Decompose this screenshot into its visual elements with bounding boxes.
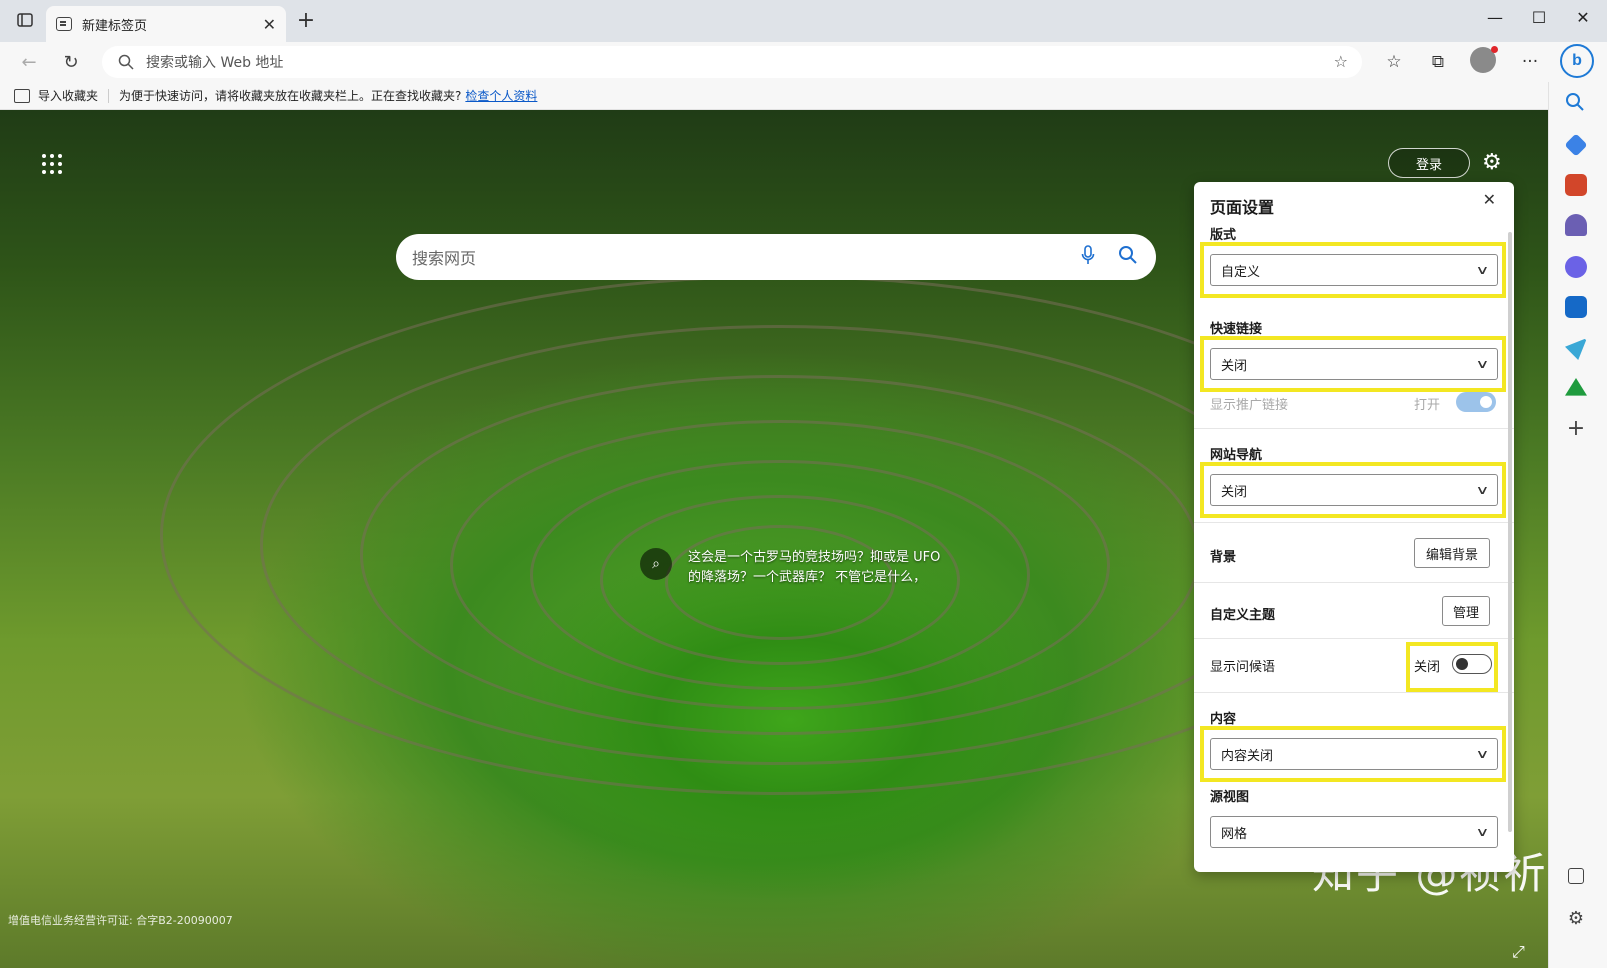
chevron-down-icon: ∨ [1475, 483, 1490, 497]
collections-icon[interactable]: ⧉ [1424, 50, 1452, 74]
page-settings-panel: 页面设置 ✕ 版式 自定义 ∨ 快速链接 关闭 ∨ 显示推广链接 打开 网站导航… [1194, 182, 1514, 872]
layout-select[interactable]: 自定义 ∨ [1210, 254, 1498, 286]
edit-background-button[interactable]: 编辑背景 [1414, 538, 1490, 568]
toggle-knob [1456, 657, 1468, 670]
address-placeholder: 搜索或输入 Web 地址 [146, 55, 284, 71]
split-screen-icon[interactable] [1568, 868, 1584, 884]
close-icon[interactable]: ✕ [1483, 190, 1496, 209]
layout-value: 自定义 [1221, 264, 1261, 280]
license-text: 增值电信业务经营许可证: 合字B2-20090007 [8, 914, 233, 927]
back-button[interactable]: ← [16, 50, 42, 74]
more-icon[interactable]: ··· [1516, 50, 1544, 74]
quicklinks-select[interactable]: 关闭 ∨ [1210, 348, 1498, 380]
games-icon[interactable] [1565, 214, 1587, 236]
quicklinks-value: 关闭 [1221, 358, 1248, 374]
minimize-button[interactable]: — [1480, 8, 1510, 27]
chevron-down-icon: ∨ [1475, 357, 1490, 371]
greeting-label: 显示问候语 [1210, 660, 1276, 675]
address-bar[interactable]: 搜索或输入 Web 地址 ☆ [102, 46, 1362, 78]
apps-grid-icon[interactable] [42, 154, 62, 174]
promo-links-label: 显示推广链接 [1210, 398, 1289, 413]
web-search-box[interactable]: 搜索网页 [396, 234, 1156, 280]
import-favorites-icon [14, 88, 30, 103]
send-icon[interactable] [1565, 338, 1587, 360]
tab-new-tab[interactable]: 新建标签页 ✕ [46, 6, 286, 42]
content-label: 内容 [1210, 712, 1237, 727]
check-profile-link[interactable]: 检查个人资料 [465, 87, 537, 104]
sidebar-settings-icon[interactable]: ⚙ [1565, 908, 1587, 930]
image-caption-text: 这会是一个古罗马的竞技场吗？抑或是 UFO 的降落场？一个武器库？ 不管它是什么… [688, 550, 941, 585]
favorites-icon[interactable]: ☆ [1380, 50, 1408, 74]
maximize-button[interactable]: ☐ [1524, 8, 1554, 27]
image-caption[interactable]: ⌕ 这会是一个古罗马的竞技场吗？抑或是 UFO 的降落场？一个武器库？ 不管它是… [640, 548, 948, 588]
sitenav-label: 网站导航 [1210, 448, 1263, 463]
page-settings-gear-icon[interactable]: ⚙ [1482, 150, 1502, 175]
panel-scrollbar[interactable] [1508, 232, 1512, 832]
refresh-button[interactable]: ↻ [58, 50, 84, 74]
promo-links-toggle[interactable] [1456, 392, 1496, 412]
divider [1194, 692, 1514, 693]
content-value: 内容关闭 [1221, 748, 1274, 764]
background-label: 背景 [1210, 550, 1237, 565]
view-value: 网格 [1221, 826, 1248, 842]
favorites-bar: 导入收藏夹 为便于快速访问，请将收藏夹放在收藏夹栏上。正在查找收藏夹? 检查个人… [0, 82, 1548, 110]
login-button[interactable]: 登录 [1388, 148, 1470, 178]
navigation-bar: ← ↻ 搜索或输入 Web 地址 ☆ ☆ ⧉ ··· [0, 42, 1607, 82]
new-tab-page-icon [56, 17, 72, 31]
outlook-icon[interactable] [1565, 296, 1587, 318]
tab-close-icon[interactable]: ✕ [263, 15, 276, 34]
greeting-toggle[interactable] [1452, 654, 1492, 674]
shopping-tag-icon[interactable] [1564, 133, 1588, 157]
view-select[interactable]: 网格 ∨ [1210, 816, 1498, 848]
custom-theme-label: 自定义主题 [1210, 608, 1276, 623]
new-tab-button[interactable]: + [294, 10, 318, 32]
divider [1194, 582, 1514, 583]
view-label: 源视图 [1210, 790, 1250, 805]
tab-title: 新建标签页 [82, 18, 148, 34]
chevron-down-icon: ∨ [1475, 747, 1490, 761]
toggle-knob [1480, 396, 1492, 408]
manage-theme-button[interactable]: 管理 [1442, 596, 1490, 626]
search-icon [118, 54, 134, 70]
profile-avatar[interactable] [1470, 46, 1498, 73]
layout-label: 版式 [1210, 228, 1237, 243]
content-select[interactable]: 内容关闭 ∨ [1210, 738, 1498, 770]
tab-actions-icon[interactable] [8, 6, 42, 34]
favorites-bar-message: 为便于快速访问，请将收藏夹放在收藏夹栏上。正在查找收藏夹? [119, 89, 462, 103]
divider [1194, 522, 1514, 523]
panel-title: 页面设置 [1210, 198, 1275, 217]
greeting-state: 关闭 [1414, 660, 1441, 675]
chevron-down-icon: ∨ [1475, 263, 1490, 277]
divider [1194, 428, 1514, 429]
add-favorite-icon[interactable]: ☆ [1334, 52, 1348, 71]
expand-icon[interactable]: ⤢ [1512, 942, 1525, 962]
tools-icon[interactable] [1565, 174, 1587, 196]
image-search-icon[interactable]: ⌕ [640, 548, 672, 580]
promo-links-state: 打开 [1414, 398, 1441, 413]
search-submit-icon[interactable] [1114, 245, 1142, 270]
chevron-down-icon: ∨ [1475, 825, 1490, 839]
quicklinks-label: 快速链接 [1210, 322, 1263, 337]
web-search-placeholder: 搜索网页 [412, 249, 477, 268]
microphone-icon[interactable] [1074, 244, 1102, 270]
favorites-divider [108, 88, 110, 103]
edge-sidebar: + ⚙ [1548, 82, 1607, 968]
divider [1194, 638, 1514, 639]
office-icon[interactable] [1565, 256, 1587, 278]
bing-copilot-button[interactable]: b [1560, 44, 1594, 78]
import-favorites-button[interactable]: 导入收藏夹 [38, 87, 98, 104]
sitenav-select[interactable]: 关闭 ∨ [1210, 474, 1498, 506]
search-icon[interactable] [1565, 92, 1587, 114]
add-icon[interactable]: + [1565, 418, 1587, 440]
sitenav-value: 关闭 [1221, 484, 1248, 500]
title-bar: 新建标签页 ✕ + — ☐ ✕ [0, 0, 1607, 42]
tree-icon[interactable] [1565, 378, 1587, 396]
close-window-button[interactable]: ✕ [1568, 8, 1598, 27]
